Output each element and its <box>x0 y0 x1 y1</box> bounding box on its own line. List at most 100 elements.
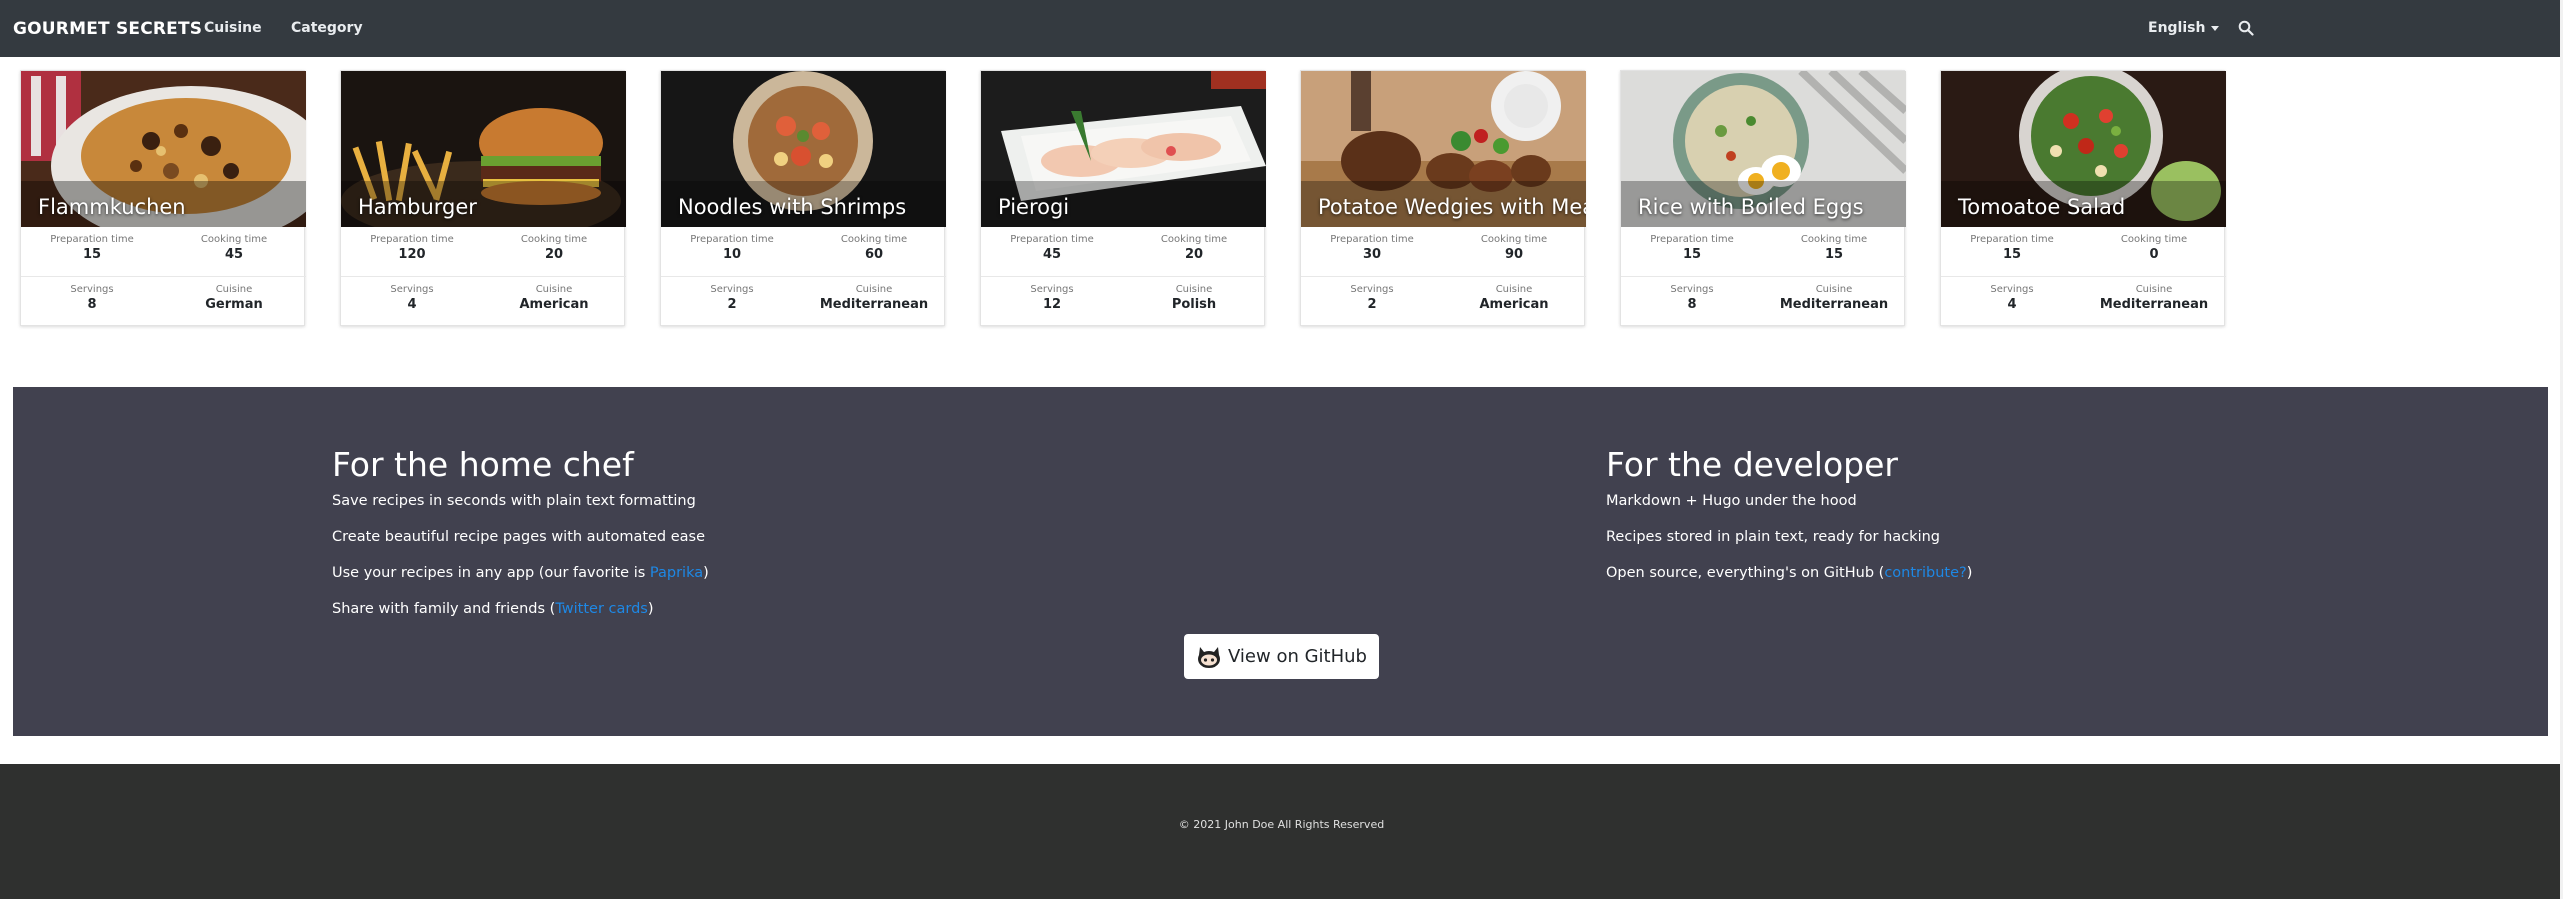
feature-section: For the home chef Save recipes in second… <box>13 387 2548 736</box>
recipe-title[interactable]: Noodles with Shrimps <box>678 195 906 219</box>
cuisine-value: Polish <box>1171 297 1217 312</box>
developer-text: Open source, everything's on GitHub ( <box>1606 565 1885 581</box>
cuisine-stat: Cuisine Polish <box>1123 284 1265 312</box>
recipe-title[interactable]: Rice with Boiled Eggs <box>1638 195 1864 219</box>
prep-time-value: 30 <box>1362 247 1382 262</box>
home-chef-column: For the home chef Save recipes in second… <box>332 445 709 636</box>
cuisine-label: Cuisine <box>215 284 253 295</box>
divider <box>1301 276 1586 277</box>
servings-label: Servings <box>390 284 434 295</box>
cook-time-label: Cooking time <box>1800 234 1868 245</box>
divider <box>1941 276 2226 277</box>
cook-time-value: 0 <box>2149 247 2159 262</box>
recipe-card[interactable]: Noodles with Shrimps Preparation time 10 … <box>660 70 946 326</box>
recipe-image[interactable]: Hamburger <box>341 71 626 227</box>
recipe-title[interactable]: Potatoe Wedgies with Meat <box>1318 195 1586 219</box>
cook-time-label: Cooking time <box>2120 234 2188 245</box>
copyright-text: © 2021 John Doe All Rights Reserved <box>1178 818 1385 831</box>
divider <box>21 276 306 277</box>
developer-line: Markdown + Hugo under the hood <box>1606 493 1857 509</box>
nav-category[interactable]: Category <box>291 20 363 36</box>
prep-time-value: 15 <box>1682 247 1702 262</box>
recipe-image[interactable]: Flammkuchen <box>21 71 306 227</box>
cook-time-stat: Cooking time 15 <box>1763 234 1905 262</box>
prep-time-value: 45 <box>1042 247 1062 262</box>
cook-time-value: 20 <box>1184 247 1204 262</box>
cook-time-stat: Cooking time 20 <box>1123 234 1265 262</box>
developer-column: For the developer Markdown + Hugo under … <box>1606 445 1972 600</box>
view-on-github-button[interactable]: View on GitHub <box>1184 634 1379 679</box>
nav-cuisine[interactable]: Cuisine <box>204 20 262 36</box>
brand-logo[interactable]: GOURMET SECRETS <box>13 19 202 39</box>
developer-line: Open source, everything's on GitHub (con… <box>1606 564 1972 582</box>
cook-time-stat: Cooking time 90 <box>1443 234 1585 262</box>
servings-label: Servings <box>1030 284 1074 295</box>
recipe-card[interactable]: Tomoatoe Salad Preparation time 15 Cookin… <box>1940 70 2226 326</box>
recipe-card[interactable]: Pierogi Preparation time 45 Cooking time 2… <box>980 70 1266 326</box>
cuisine-stat: Cuisine German <box>163 284 305 312</box>
servings-label: Servings <box>1670 284 1714 295</box>
recipe-title[interactable]: Hamburger <box>358 195 477 219</box>
cook-time-label: Cooking time <box>520 234 588 245</box>
cook-time-stat: Cooking time 45 <box>163 234 305 262</box>
cuisine-label: Cuisine <box>1175 284 1213 295</box>
servings-stat: Servings 8 <box>21 284 163 312</box>
prep-time-stat: Preparation time 45 <box>981 234 1123 262</box>
developer-line: Recipes stored in plain text, ready for … <box>1606 529 1940 545</box>
prep-time-stat: Preparation time 15 <box>1621 234 1763 262</box>
servings-stat: Servings 4 <box>1941 284 2083 312</box>
paprika-link[interactable]: Paprika <box>650 565 703 581</box>
cuisine-value: German <box>205 297 263 312</box>
contribute-link[interactable]: contribute? <box>1884 565 1966 581</box>
home-chef-line: Share with family and friends (Twitter c… <box>332 600 709 618</box>
github-icon <box>1196 645 1222 669</box>
prep-time-label: Preparation time <box>50 234 134 245</box>
recipe-title[interactable]: Tomoatoe Salad <box>1958 195 2125 219</box>
servings-value: 12 <box>1042 297 1062 312</box>
search-icon[interactable] <box>2238 20 2254 40</box>
recipe-card[interactable]: Hamburger Preparation time 120 Cooking ti… <box>340 70 626 326</box>
prep-time-stat: Preparation time 10 <box>661 234 803 262</box>
cuisine-value: Mediterranean <box>819 297 929 312</box>
recipe-card[interactable]: Potatoe Wedgies with Meat Preparation ti… <box>1300 70 1586 326</box>
language-dropdown[interactable]: English <box>2148 20 2220 36</box>
home-chef-text: ) <box>703 565 709 581</box>
cuisine-stat: Cuisine American <box>483 284 625 312</box>
cook-time-stat: Cooking time 20 <box>483 234 625 262</box>
cuisine-value: American <box>1479 297 1549 312</box>
servings-value: 8 <box>87 297 97 312</box>
recipe-title[interactable]: Flammkuchen <box>38 195 186 219</box>
cook-time-label: Cooking time <box>840 234 908 245</box>
recipe-image[interactable]: Noodles with Shrimps <box>661 71 946 227</box>
github-button-label: View on GitHub <box>1228 646 1367 667</box>
recipe-title[interactable]: Pierogi <box>998 195 1069 219</box>
servings-value: 8 <box>1687 297 1697 312</box>
cuisine-stat: Cuisine Mediterranean <box>803 284 945 312</box>
servings-value: 2 <box>1367 297 1377 312</box>
servings-value: 2 <box>727 297 737 312</box>
cook-time-stat: Cooking time 0 <box>2083 234 2225 262</box>
home-chef-line: Save recipes in seconds with plain text … <box>332 493 696 509</box>
twitter-cards-link[interactable]: Twitter cards <box>555 601 648 617</box>
prep-time-stat: Preparation time 120 <box>341 234 483 262</box>
divider <box>661 276 946 277</box>
recipe-image[interactable]: Rice with Boiled Eggs <box>1621 71 1906 227</box>
cook-time-value: 60 <box>864 247 884 262</box>
recipe-image[interactable]: Tomoatoe Salad <box>1941 71 2226 227</box>
cuisine-stat: Cuisine Mediterranean <box>2083 284 2225 312</box>
prep-time-stat: Preparation time 15 <box>1941 234 2083 262</box>
home-chef-text: Share with family and friends ( <box>332 601 556 617</box>
caret-down-icon <box>2211 25 2220 31</box>
recipe-image[interactable]: Potatoe Wedgies with Meat <box>1301 71 1586 227</box>
divider <box>981 276 1266 277</box>
recipe-image[interactable]: Pierogi <box>981 71 1266 227</box>
cook-time-label: Cooking time <box>1480 234 1548 245</box>
recipe-card[interactable]: Flammkuchen Preparation time 15 Cooking t… <box>20 70 306 326</box>
cuisine-label: Cuisine <box>1815 284 1853 295</box>
home-chef-heading: For the home chef <box>332 445 634 484</box>
prep-time-label: Preparation time <box>1650 234 1734 245</box>
servings-label: Servings <box>1350 284 1394 295</box>
recipe-card[interactable]: Rice with Boiled Eggs Preparation time 15… <box>1620 70 1906 326</box>
cook-time-label: Cooking time <box>200 234 268 245</box>
prep-time-stat: Preparation time 15 <box>21 234 163 262</box>
